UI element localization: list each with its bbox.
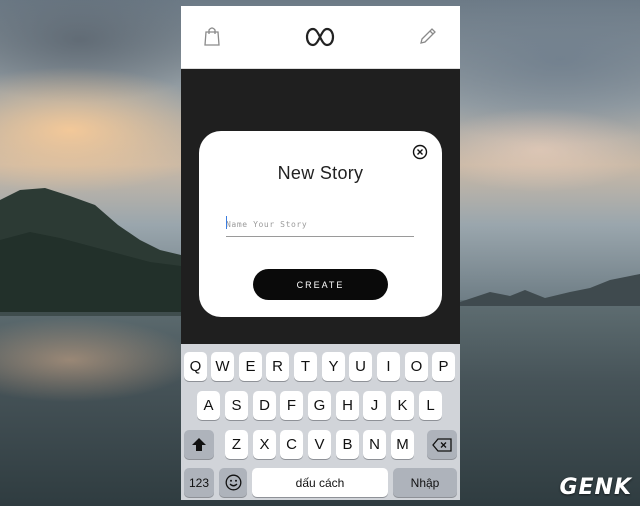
pencil-icon[interactable] xyxy=(418,26,438,46)
app-logo-icon[interactable] xyxy=(303,24,337,50)
modal-title: New Story xyxy=(277,163,364,183)
key-b[interactable]: B xyxy=(336,430,359,459)
create-button[interactable]: CREATE xyxy=(253,269,388,300)
space-key[interactable]: dấu cách xyxy=(252,468,388,497)
key-r[interactable]: R xyxy=(266,352,289,381)
key-e[interactable]: E xyxy=(239,352,262,381)
top-navbar xyxy=(181,6,460,69)
key-w[interactable]: W xyxy=(211,352,234,381)
key-h[interactable]: H xyxy=(336,391,359,420)
key-d[interactable]: D xyxy=(253,391,276,420)
key-m[interactable]: M xyxy=(391,430,414,459)
shift-key[interactable] xyxy=(184,430,214,459)
key-j[interactable]: J xyxy=(363,391,386,420)
return-key[interactable]: Nhập xyxy=(393,468,457,497)
key-k[interactable]: K xyxy=(391,391,414,420)
story-name-input[interactable] xyxy=(226,214,414,237)
close-icon[interactable] xyxy=(412,144,428,160)
key-y[interactable]: Y xyxy=(322,352,345,381)
key-t[interactable]: T xyxy=(294,352,317,381)
emoji-key[interactable] xyxy=(219,468,247,497)
shift-icon xyxy=(192,438,206,451)
key-a[interactable]: A xyxy=(197,391,220,420)
key-c[interactable]: C xyxy=(280,430,303,459)
key-x[interactable]: X xyxy=(253,430,276,459)
key-p[interactable]: P xyxy=(432,352,455,381)
backspace-icon xyxy=(432,437,452,452)
key-f[interactable]: F xyxy=(280,391,303,420)
key-n[interactable]: N xyxy=(363,430,386,459)
new-story-modal: New Story CREATE xyxy=(199,131,442,317)
numbers-key[interactable]: 123 xyxy=(184,468,214,497)
key-s[interactable]: S xyxy=(225,391,248,420)
text-cursor xyxy=(226,216,227,229)
key-o[interactable]: O xyxy=(405,352,428,381)
key-l[interactable]: L xyxy=(419,391,442,420)
key-v[interactable]: V xyxy=(308,430,331,459)
keyboard: Q W E R T Y U I O P A S D F G H J K L Z … xyxy=(181,344,460,500)
genk-watermark: GENK xyxy=(559,475,632,500)
key-q[interactable]: Q xyxy=(184,352,207,381)
key-i[interactable]: I xyxy=(377,352,400,381)
key-u[interactable]: U xyxy=(349,352,372,381)
shopping-bag-icon[interactable] xyxy=(203,26,221,46)
backspace-key[interactable] xyxy=(427,430,457,459)
key-z[interactable]: Z xyxy=(225,430,248,459)
emoji-icon xyxy=(225,474,241,491)
phone-screen: New Story CREATE Q W E R T Y U I O P A S… xyxy=(181,6,460,500)
key-g[interactable]: G xyxy=(308,391,331,420)
